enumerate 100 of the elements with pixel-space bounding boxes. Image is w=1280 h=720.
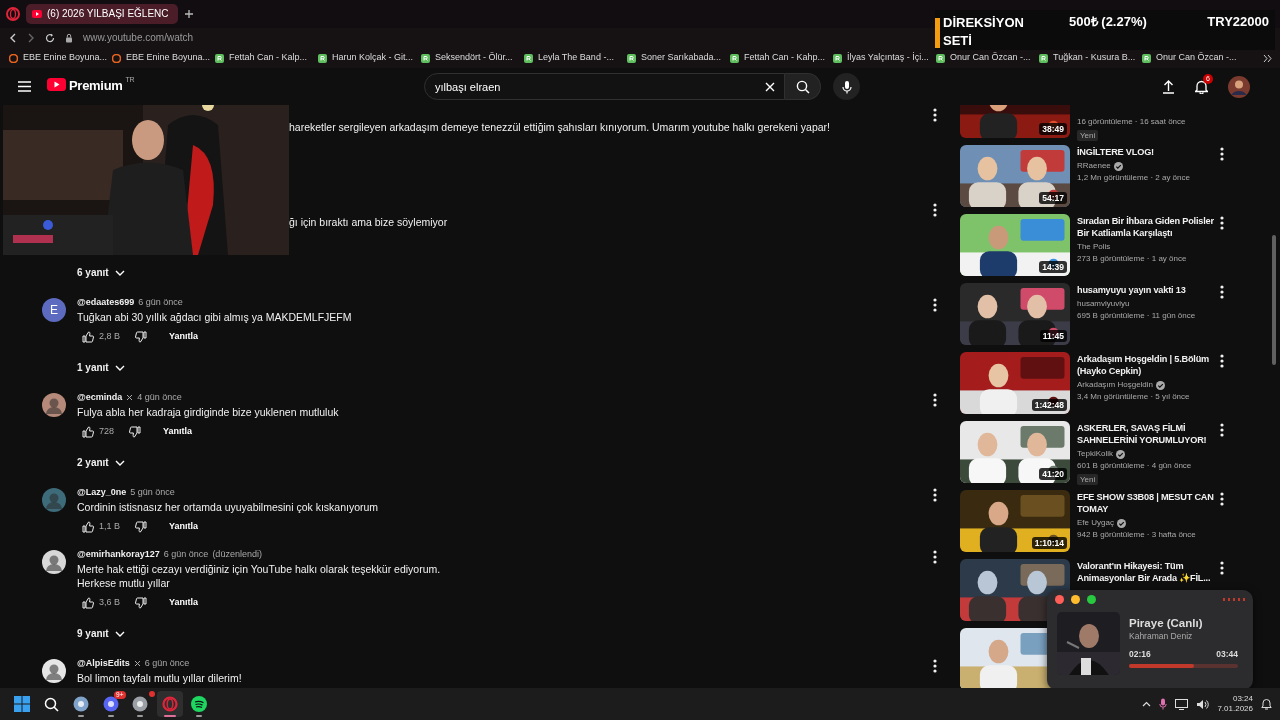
video-title[interactable]: husamyuyu yayın vakti 13 [1077, 284, 1220, 296]
menu-icon[interactable] [18, 81, 31, 92]
address-field[interactable]: www.youtube.com/watch [83, 31, 194, 45]
dislike-icon[interactable] [135, 330, 147, 343]
more-icon[interactable] [933, 298, 937, 312]
bookmark-link[interactable]: İlyas Yalçıntaş - İçi... [847, 52, 929, 64]
more-icon[interactable] [933, 659, 937, 673]
dislike-icon[interactable] [135, 596, 147, 609]
comment-time[interactable]: 6 gün önce [144, 657, 190, 670]
chevron-up-icon[interactable] [1142, 701, 1152, 707]
more-icon[interactable] [933, 203, 937, 217]
browser-tab[interactable]: (6) 2026 YILBAŞI EĞLENC [26, 4, 178, 24]
bookmark-link[interactable]: EBE Enine Boyuna... [126, 52, 211, 64]
reload-icon[interactable] [45, 33, 55, 43]
avatar-icon[interactable] [42, 393, 66, 417]
upload-icon[interactable] [1162, 79, 1175, 94]
reply-button[interactable]: Yanıtla [163, 425, 193, 438]
comment-author[interactable]: @AlpisEdits [77, 657, 130, 670]
volume-icon[interactable] [1196, 698, 1210, 710]
bookmark-link[interactable]: Onur Can Özcan -... [950, 52, 1031, 64]
more-bookmarks-icon[interactable] [1263, 53, 1272, 63]
video-title[interactable]: ASKERLER, SAVAŞ FİLMİ SAHNELERİNİ YORUMLUYOR! [1077, 422, 1220, 446]
search-button[interactable] [785, 73, 821, 100]
more-icon[interactable] [933, 393, 937, 407]
more-icon[interactable] [1220, 147, 1224, 161]
video-views: 273 B görüntüleme · 1 ay önce [1077, 253, 1188, 265]
bookmark-link[interactable]: EBE Enine Boyuna... [23, 52, 108, 64]
dislike-icon[interactable] [135, 520, 147, 533]
channel-name[interactable]: Arkadaşım Hoşgeldin [1077, 379, 1154, 391]
more-icon[interactable] [933, 550, 937, 564]
like-icon[interactable] [82, 330, 94, 343]
bookmark-link[interactable]: Fettah Can - Kalp... [229, 52, 308, 64]
like-icon[interactable] [82, 596, 94, 609]
more-icon[interactable] [1220, 354, 1224, 368]
comment-time[interactable]: 4 gün önce [137, 391, 182, 404]
channel-name[interactable]: Efe Uygaç [1077, 517, 1114, 529]
like-icon[interactable] [82, 425, 94, 438]
reply-button[interactable]: Yanıtla [169, 520, 199, 533]
more-icon[interactable] [1220, 285, 1224, 299]
bookmark-link[interactable]: Seksendört - Ölür... [435, 52, 513, 64]
browser-logo-icon[interactable] [6, 7, 20, 21]
more-icon[interactable] [1220, 216, 1224, 230]
more-icon[interactable] [933, 488, 937, 502]
bookmark-link[interactable]: Fettah Can - Kahp... [744, 52, 826, 64]
bookmark-link[interactable]: Onur Can Özcan -... [1156, 52, 1237, 64]
bookmark-link[interactable]: Soner Sarıkabada... [641, 52, 722, 64]
bookmark-link[interactable]: Tuğkan - Kusura B... [1053, 52, 1136, 64]
replies-toggle[interactable]: 2 yanıt [77, 456, 125, 470]
channel-name[interactable]: RRaenee [1077, 160, 1111, 172]
scrollbar[interactable] [1272, 235, 1276, 365]
like-icon[interactable] [82, 520, 94, 533]
replies-toggle[interactable]: 1 yanıt [77, 361, 125, 375]
more-icon[interactable] [1220, 561, 1224, 575]
play-logo-icon[interactable] [47, 78, 66, 92]
minimize-dot[interactable] [1071, 595, 1080, 604]
bell-icon[interactable] [1195, 79, 1208, 94]
comment-author[interactable]: @emirhankoray127 [77, 548, 160, 561]
plus-icon[interactable] [184, 9, 194, 19]
reply-button[interactable]: Yanıtla [169, 596, 199, 609]
more-icon[interactable] [1220, 423, 1224, 437]
avatar-icon[interactable] [42, 659, 66, 683]
forward-icon[interactable] [27, 33, 35, 43]
maximize-dot[interactable] [1087, 595, 1096, 604]
comment-time[interactable]: 5 gün önce [130, 486, 175, 499]
comment-time[interactable]: 6 gün önce [163, 548, 209, 561]
dislike-icon[interactable] [129, 425, 142, 438]
search-field[interactable]: yılbaşı elraen [424, 73, 785, 100]
mic-icon[interactable] [1159, 698, 1168, 710]
bookmark-link[interactable]: Harun Kolçak - Git... [332, 52, 414, 64]
close-icon[interactable] [765, 81, 775, 92]
mic-button[interactable] [833, 73, 860, 100]
avatar-icon[interactable] [1228, 75, 1250, 98]
comment-author[interactable]: @edaates699 [77, 296, 135, 309]
video-title[interactable]: İNGİLTERE VLOG! [1077, 146, 1220, 158]
video-title[interactable]: EFE SHOW S3B08 | MESUT CAN TOMAY [1077, 491, 1220, 515]
logo-text[interactable]: Premium [69, 78, 123, 95]
bookmark-link[interactable]: Leyla The Band -... [538, 52, 614, 64]
comment-time[interactable]: 6 gün önce [138, 296, 183, 309]
video-title[interactable]: Valorant'ın Hikayesi: Tüm Animasyonlar Bir Arada ✨FİL... [1077, 560, 1220, 584]
taskbar-button[interactable] [156, 691, 183, 717]
channel-name[interactable]: husamviyuviyu [1077, 298, 1130, 310]
clock-time[interactable]: 03:24 [1217, 694, 1253, 704]
reply-button[interactable]: Yanıtla [169, 330, 199, 343]
video-views: 942 B görüntüleme · 3 hafta önce [1077, 529, 1197, 541]
comment-author[interactable]: @ecminda [77, 391, 123, 404]
progress-track[interactable] [1129, 663, 1238, 668]
video-title[interactable]: Sıradan Bir İhbara Giden Polisler Bir Katliamla Karşılaştı [1077, 215, 1220, 239]
video-title[interactable]: Arkadaşım Hoşgeldin | 5.Bölüm (Hayko Cepkin) [1077, 353, 1220, 377]
replies-toggle[interactable]: 6 yanıt [77, 266, 125, 280]
more-icon[interactable] [1220, 492, 1224, 506]
channel-name[interactable]: The Polis [1077, 241, 1111, 253]
new-tag: Yeni [1077, 130, 1099, 141]
clock-date[interactable]: 7.01.2026 [1217, 704, 1253, 714]
back-icon[interactable] [9, 33, 17, 43]
replies-toggle[interactable]: 9 yanıt [77, 627, 125, 641]
more-icon[interactable] [933, 108, 937, 122]
avatar-icon[interactable] [42, 550, 66, 574]
comment-author[interactable]: @Lazy_0ne [77, 486, 127, 499]
channel-name[interactable]: TepkiKolik [1077, 448, 1113, 460]
notification-icon[interactable] [1261, 698, 1272, 710]
